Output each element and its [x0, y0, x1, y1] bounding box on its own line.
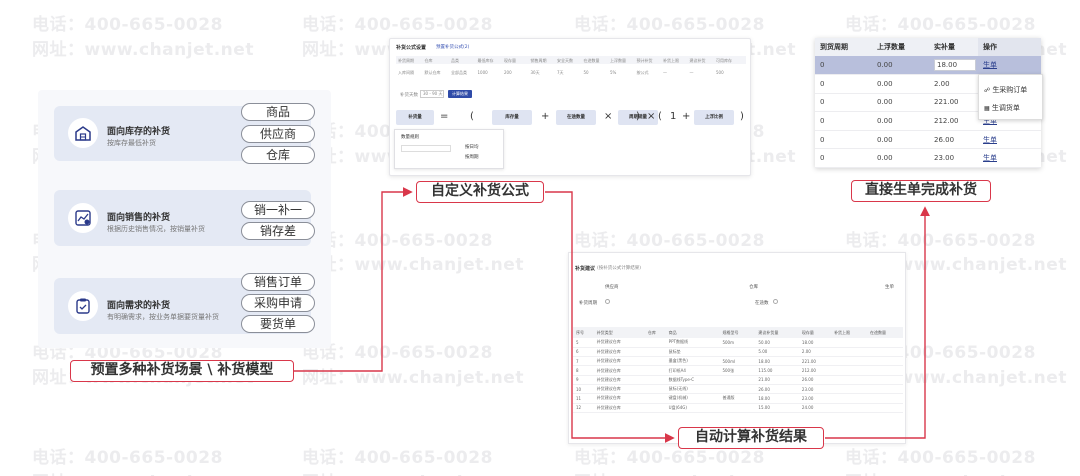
arrow-result-to-order: [825, 206, 930, 439]
flow-arrows: [294, 187, 930, 443]
arrow-formula-to-result: [545, 191, 675, 443]
arrow-preset-to-formula: [294, 187, 413, 372]
